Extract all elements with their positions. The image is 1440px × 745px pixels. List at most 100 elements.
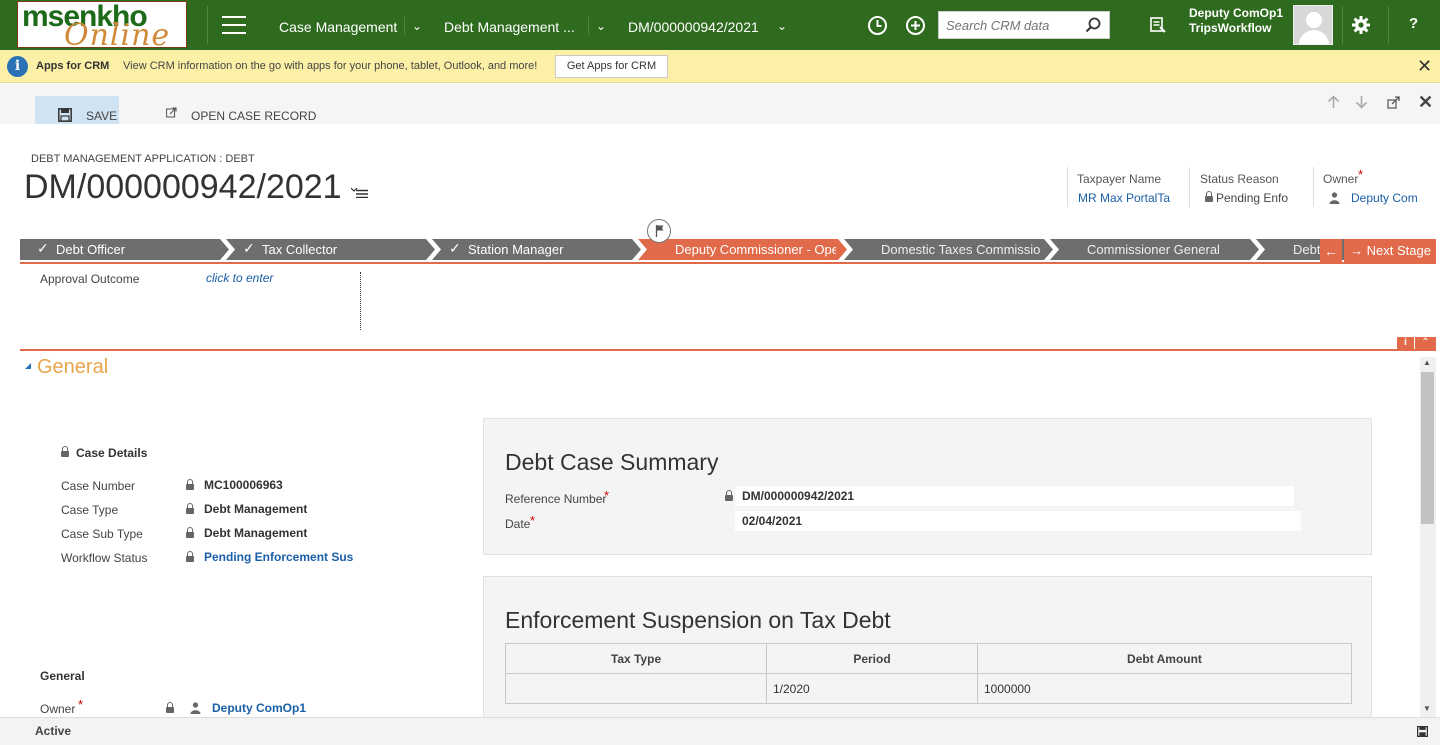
date-label: Date	[505, 517, 531, 531]
table-cell-debt-amount: 1000000	[977, 673, 1352, 704]
scroll-up-arrow-icon[interactable]: ▲	[1423, 358, 1431, 367]
recent-items-clock-icon[interactable]	[867, 15, 888, 36]
approval-outcome-label: Approval Outcome	[40, 272, 140, 286]
process-panel-divider	[360, 272, 361, 330]
lock-icon	[725, 490, 733, 501]
header-owner-value[interactable]: Deputy Com	[1351, 191, 1431, 205]
reference-number-label: Reference Number	[505, 492, 607, 506]
nav-current-record[interactable]: DM/000000942/2021	[628, 19, 759, 35]
user-name: Deputy ComOp1	[1189, 6, 1284, 20]
record-title: DM/000000942/2021	[24, 168, 342, 206]
save-disk-icon	[58, 108, 72, 122]
next-stage-arrow-icon: →	[1350, 243, 1363, 258]
header-owner-label: Owner	[1323, 172, 1359, 186]
nav-chevron-down-icon[interactable]: ⌄	[596, 19, 606, 33]
approval-outcome-field[interactable]: click to enter	[206, 271, 273, 285]
footer-save-icon[interactable]	[1417, 726, 1428, 737]
table-row[interactable]: 1/2020 1000000	[505, 673, 1352, 704]
pop-out-icon[interactable]	[1387, 96, 1400, 109]
logo-text-script: Online	[64, 18, 171, 48]
open-record-icon	[166, 107, 177, 118]
user-avatar[interactable]	[1293, 5, 1333, 45]
owner-value[interactable]: Deputy ComOp1	[212, 701, 306, 715]
nav-separator	[207, 6, 208, 44]
search-box[interactable]	[938, 11, 1110, 39]
stage-label: Tax Collector	[262, 242, 338, 257]
record-status: Active	[35, 724, 72, 738]
collapse-section-button[interactable]: ⌃	[1415, 337, 1436, 349]
lock-icon	[186, 503, 194, 514]
case-number-label: Case Number	[61, 479, 136, 493]
help-button[interactable]: ?	[1409, 15, 1418, 32]
column-header-debt-amount[interactable]: Debt Amount	[977, 643, 1352, 674]
top-navigation-bar: msenkho Online Case Management ⌄ Debt Ma…	[0, 0, 1440, 50]
collapse-triangle-icon[interactable]	[25, 363, 31, 369]
completed-check-icon: ✓	[449, 240, 461, 256]
nav-separator	[404, 17, 405, 35]
case-details-heading: Case Details	[76, 446, 148, 460]
nav-debt-management[interactable]: Debt Management ...	[444, 19, 575, 35]
search-input[interactable]	[939, 12, 1079, 38]
close-form-icon[interactable]: ✕	[1418, 92, 1433, 113]
nav-separator	[588, 17, 589, 35]
stage-label: Debt	[1293, 242, 1320, 257]
general-subsection-heading: General	[40, 669, 85, 683]
close-notification-icon[interactable]: ✕	[1417, 56, 1432, 77]
previous-record-arrow-up-icon[interactable]	[1327, 95, 1340, 109]
debt-case-summary-title: Debt Case Summary	[505, 449, 719, 475]
nav-chevron-down-icon[interactable]: ⌄	[412, 19, 422, 33]
stage-label: Commissioner General	[1087, 242, 1220, 257]
column-header-period[interactable]: Period	[766, 643, 978, 674]
apps-for-crm-notification-bar: i Apps for CRM View CRM information on t…	[0, 50, 1440, 83]
save-button[interactable]: SAVE	[35, 96, 119, 124]
nav-case-management[interactable]: Case Management	[279, 19, 397, 35]
advanced-find-icon[interactable]	[1149, 16, 1167, 34]
scrollbar-thumb[interactable]	[1421, 372, 1434, 524]
column-header-tax-type[interactable]: Tax Type	[505, 643, 767, 674]
enforcement-suspension-card: Enforcement Suspension on Tax Debt Tax T…	[483, 576, 1372, 726]
user-info[interactable]: Deputy ComOp1 TripsWorkflow	[1189, 6, 1283, 36]
lock-icon	[61, 446, 69, 457]
table-cell-tax-type	[505, 673, 767, 704]
search-icon[interactable]	[1085, 17, 1101, 33]
section-title-general[interactable]: General	[37, 356, 108, 379]
enforcement-suspension-title: Enforcement Suspension on Tax Debt	[505, 607, 891, 633]
header-taxpayer-name-label: Taxpayer Name	[1077, 172, 1162, 186]
case-type-value: Debt Management	[204, 502, 308, 516]
date-field[interactable]: 02/04/2021	[735, 511, 1301, 531]
nav-separator	[1342, 6, 1343, 44]
process-flag-icon[interactable]	[647, 219, 671, 243]
notification-title: Apps for CRM	[36, 60, 110, 72]
nav-chevron-down-icon[interactable]: ⌄	[777, 19, 787, 33]
get-apps-button[interactable]: Get Apps for CRM	[555, 55, 668, 78]
lock-icon	[186, 527, 194, 538]
next-stage-button[interactable]: → Next Stage	[1344, 239, 1436, 263]
user-organization: TripsWorkflow	[1189, 21, 1272, 35]
stage-label: Debt Officer	[56, 242, 126, 257]
debt-case-summary-card: Debt Case Summary Reference Number * DM/…	[483, 418, 1372, 555]
required-asterisk: *	[604, 488, 610, 503]
section-info-button[interactable]: i	[1397, 337, 1414, 349]
header-status-reason-label: Status Reason	[1200, 172, 1279, 186]
workflow-status-value[interactable]: Pending Enforcement Sus	[204, 550, 358, 564]
required-asterisk: *	[1358, 167, 1364, 182]
header-taxpayer-name-value[interactable]: MR Max PortalTa	[1078, 191, 1182, 205]
case-number-value: MC100006963	[204, 478, 283, 492]
header-field-separator	[1067, 167, 1068, 207]
settings-gear-icon[interactable]	[1351, 15, 1371, 35]
next-record-arrow-down-icon[interactable]	[1355, 95, 1368, 109]
previous-stage-button[interactable]: ←	[1320, 239, 1342, 263]
scroll-down-arrow-icon[interactable]: ▼	[1423, 704, 1431, 713]
hamburger-menu-icon[interactable]	[222, 16, 246, 34]
msenkho-logo[interactable]: msenkho Online	[17, 1, 187, 48]
create-new-plus-icon[interactable]	[905, 15, 926, 36]
stage-label: Domestic Taxes Commissione	[881, 242, 1041, 257]
case-type-label: Case Type	[61, 503, 119, 517]
reference-number-value: DM/000000942/2021	[742, 489, 855, 503]
header-status-reason-value: Pending Enfo	[1216, 191, 1289, 205]
command-bar: SAVE OPEN CASE RECORD ✕	[0, 84, 1440, 124]
form-selector-icon[interactable]	[351, 186, 368, 198]
required-asterisk: *	[78, 697, 84, 712]
section-divider	[20, 349, 1436, 351]
enforcement-table: Tax Type Period Debt Amount 1/2020 10000…	[505, 643, 1352, 704]
